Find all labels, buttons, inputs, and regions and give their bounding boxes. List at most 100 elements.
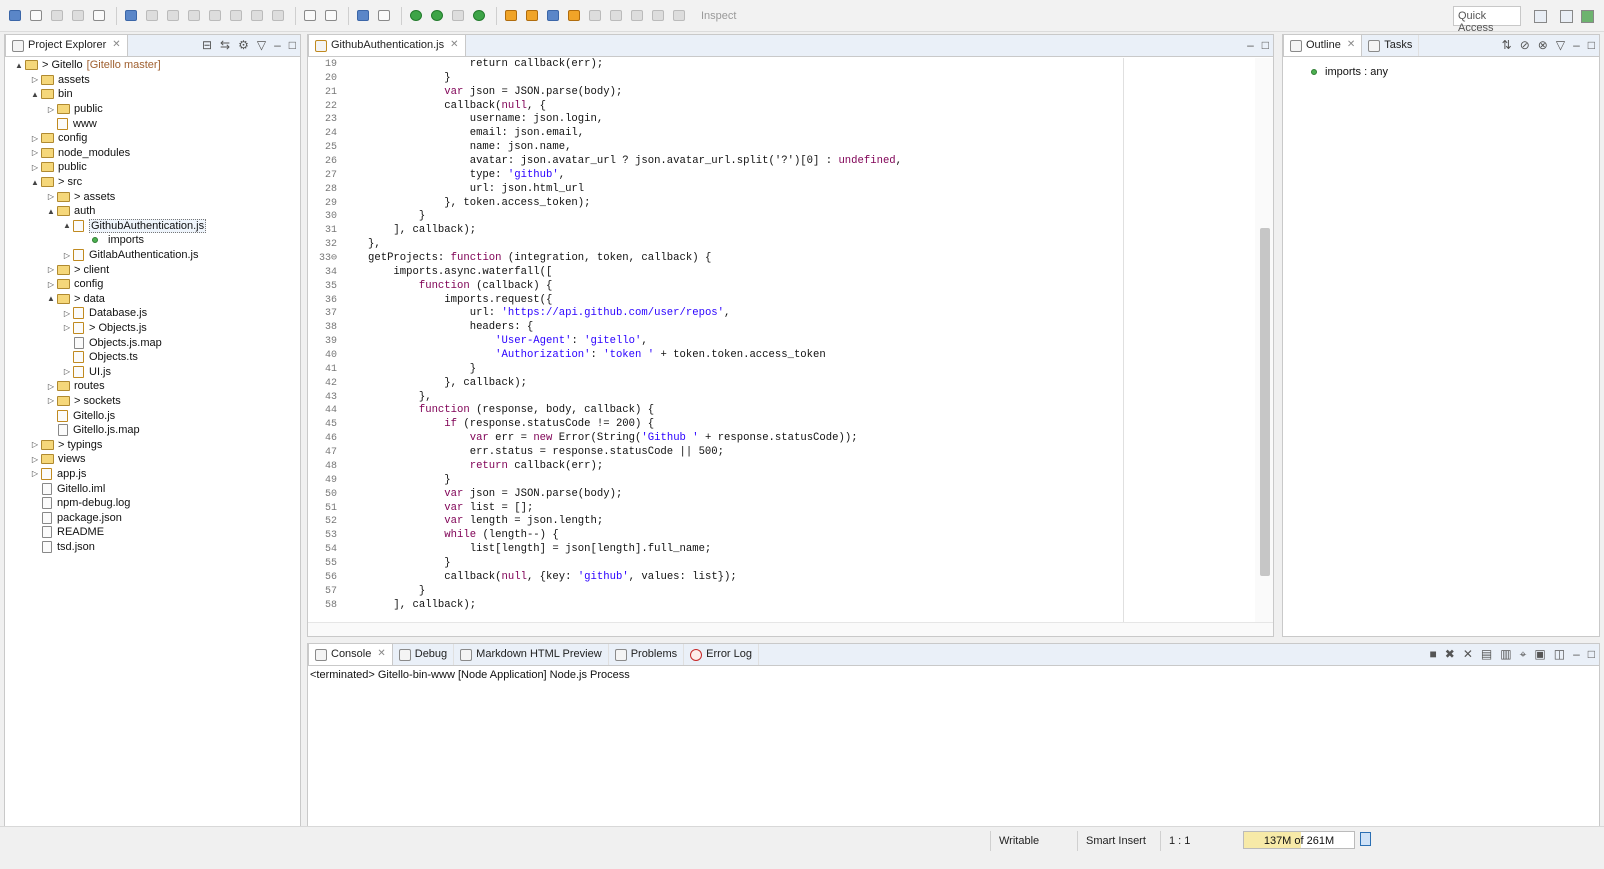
tree-item[interactable]: Gitello.js: [5, 408, 300, 423]
expanded-arrow-icon[interactable]: ▲: [61, 221, 73, 230]
tree-item[interactable]: ▷ > typings: [5, 437, 300, 452]
suspend-icon[interactable]: [164, 7, 182, 25]
code-line[interactable]: list[length] = json[length].full_name;: [368, 543, 1253, 557]
collapsed-arrow-icon[interactable]: ▷: [61, 251, 73, 260]
collapsed-arrow-icon[interactable]: ▷: [29, 75, 41, 84]
code-line[interactable]: url: json.html_url: [368, 183, 1253, 197]
tree-item[interactable]: README: [5, 525, 300, 540]
code-line[interactable]: }: [368, 557, 1253, 571]
hide-fields-icon[interactable]: ⊘: [1520, 38, 1530, 52]
clear-console-icon[interactable]: ▤: [1481, 647, 1492, 661]
code-line[interactable]: }: [368, 210, 1253, 224]
code-line[interactable]: }, callback);: [368, 377, 1253, 391]
quick-access-input[interactable]: Quick Access: [1453, 6, 1521, 34]
collapsed-arrow-icon[interactable]: ▷: [45, 105, 57, 114]
tree-item[interactable]: ▲ > data: [5, 292, 300, 307]
collapsed-arrow-icon[interactable]: ▷: [29, 134, 41, 143]
collapsed-arrow-icon[interactable]: ▷: [29, 163, 41, 172]
tree-item[interactable]: ▷ UI.js: [5, 364, 300, 379]
tree-item[interactable]: ▷ > assets: [5, 189, 300, 204]
expanded-arrow-icon[interactable]: ▲: [45, 207, 57, 216]
build-icon[interactable]: [354, 7, 372, 25]
forward-icon[interactable]: [670, 7, 688, 25]
scroll-thumb[interactable]: [1260, 228, 1270, 576]
tree-item[interactable]: ▲ auth: [5, 204, 300, 219]
tree-item[interactable]: ▲ > Gitello [Gitello master]: [5, 58, 300, 73]
code-line[interactable]: function (response, body, callback) {: [368, 404, 1253, 418]
tree-item[interactable]: imports: [5, 233, 300, 248]
filter-icon[interactable]: ⚙: [238, 38, 249, 52]
save-all-icon[interactable]: [69, 7, 87, 25]
link-editor-icon[interactable]: ⇆: [220, 38, 230, 52]
open-perspective-icon[interactable]: [1531, 7, 1549, 25]
collapsed-arrow-icon[interactable]: ▷: [61, 367, 73, 376]
close-icon[interactable]: ✕: [1347, 39, 1355, 50]
code-line[interactable]: var err = new Error(String('Github ' + r…: [368, 432, 1253, 446]
code-line[interactable]: var json = JSON.parse(body);: [368, 488, 1253, 502]
horizontal-scrollbar[interactable]: [308, 622, 1273, 636]
code-line[interactable]: name: json.name,: [368, 141, 1253, 155]
tree-item[interactable]: ▷ public: [5, 160, 300, 175]
resume-icon[interactable]: [143, 7, 161, 25]
code-line[interactable]: }: [368, 585, 1253, 599]
open-console-icon[interactable]: ◫: [1554, 647, 1565, 661]
tree-item[interactable]: ▲ GithubAuthentication.js: [5, 218, 300, 234]
tree-item[interactable]: Objects.ts: [5, 350, 300, 365]
maximize-icon[interactable]: □: [1588, 647, 1595, 661]
collapsed-arrow-icon[interactable]: ▷: [45, 265, 57, 274]
terminal-icon[interactable]: [122, 7, 140, 25]
close-icon[interactable]: ✕: [377, 648, 385, 659]
tab-error-log[interactable]: Error Log: [684, 644, 760, 665]
previous-annotation-icon[interactable]: [607, 7, 625, 25]
view-menu-icon[interactable]: ▽: [257, 38, 266, 52]
tree-item[interactable]: ▷ GitlabAuthentication.js: [5, 248, 300, 263]
tree-item[interactable]: ▷ routes: [5, 379, 300, 394]
code-line[interactable]: err.status = response.statusCode || 500;: [368, 446, 1253, 460]
minimize-icon[interactable]: –: [1247, 38, 1254, 52]
code-line[interactable]: username: json.login,: [368, 113, 1253, 127]
expanded-arrow-icon[interactable]: ▲: [45, 294, 57, 303]
code-line[interactable]: function (callback) {: [368, 280, 1253, 294]
tree-item[interactable]: package.json: [5, 510, 300, 525]
collapsed-arrow-icon[interactable]: ▷: [29, 455, 41, 464]
scroll-lock-icon[interactable]: ▥: [1500, 647, 1511, 661]
tab-markdown-preview[interactable]: Markdown HTML Preview: [454, 644, 609, 665]
debug-icon[interactable]: [407, 7, 425, 25]
collapsed-arrow-icon[interactable]: ▷: [45, 382, 57, 391]
tree-item[interactable]: ▷ node_modules: [5, 146, 300, 161]
tab-github-authentication[interactable]: GithubAuthentication.js ✕: [308, 34, 466, 56]
code-line[interactable]: imports.async.waterfall([: [368, 266, 1253, 280]
external-tools-icon[interactable]: [470, 7, 488, 25]
run-icon[interactable]: [428, 7, 446, 25]
code-line[interactable]: email: json.email,: [368, 127, 1253, 141]
globe-icon[interactable]: [544, 7, 562, 25]
code-line[interactable]: ], callback);: [368, 224, 1253, 238]
code-line[interactable]: 'User-Agent': 'gitello',: [368, 335, 1253, 349]
disconnect-icon[interactable]: [206, 7, 224, 25]
tree-item[interactable]: www: [5, 116, 300, 131]
code-line[interactable]: while (length--) {: [368, 529, 1253, 543]
tab-console[interactable]: Console ✕: [308, 643, 393, 665]
tab-debug[interactable]: Debug: [393, 644, 455, 665]
step-over-icon[interactable]: [248, 7, 266, 25]
stop-server-icon[interactable]: [565, 7, 583, 25]
close-icon[interactable]: ✕: [450, 39, 458, 50]
code-editor[interactable]: 19 20 21 22 23 24 25 26 27 28 29 30 31 32 33⊖ 34 35 36 37 3…: [308, 58, 1273, 622]
new-project-icon[interactable]: [27, 7, 45, 25]
tree-item[interactable]: ▷ > sockets: [5, 394, 300, 409]
code-line[interactable]: }: [368, 474, 1253, 488]
brush-icon[interactable]: [523, 7, 541, 25]
expanded-arrow-icon[interactable]: ▲: [29, 90, 41, 99]
tree-item[interactable]: Objects.js.map: [5, 335, 300, 350]
tree-item[interactable]: npm-debug.log: [5, 496, 300, 511]
tree-item[interactable]: tsd.json: [5, 540, 300, 555]
tree-item[interactable]: ▲ > src: [5, 175, 300, 190]
tab-outline[interactable]: Outline ✕: [1283, 34, 1363, 56]
pin-console-icon[interactable]: ⌖: [1520, 647, 1527, 661]
minimize-icon[interactable]: –: [1573, 647, 1580, 661]
tree-item[interactable]: Gitello.js.map: [5, 423, 300, 438]
code-line[interactable]: }, token.access_token);: [368, 197, 1253, 211]
collapsed-arrow-icon[interactable]: ▷: [45, 192, 57, 201]
code-line[interactable]: return callback(err);: [368, 460, 1253, 474]
garbage-collect-icon[interactable]: [1360, 832, 1371, 846]
